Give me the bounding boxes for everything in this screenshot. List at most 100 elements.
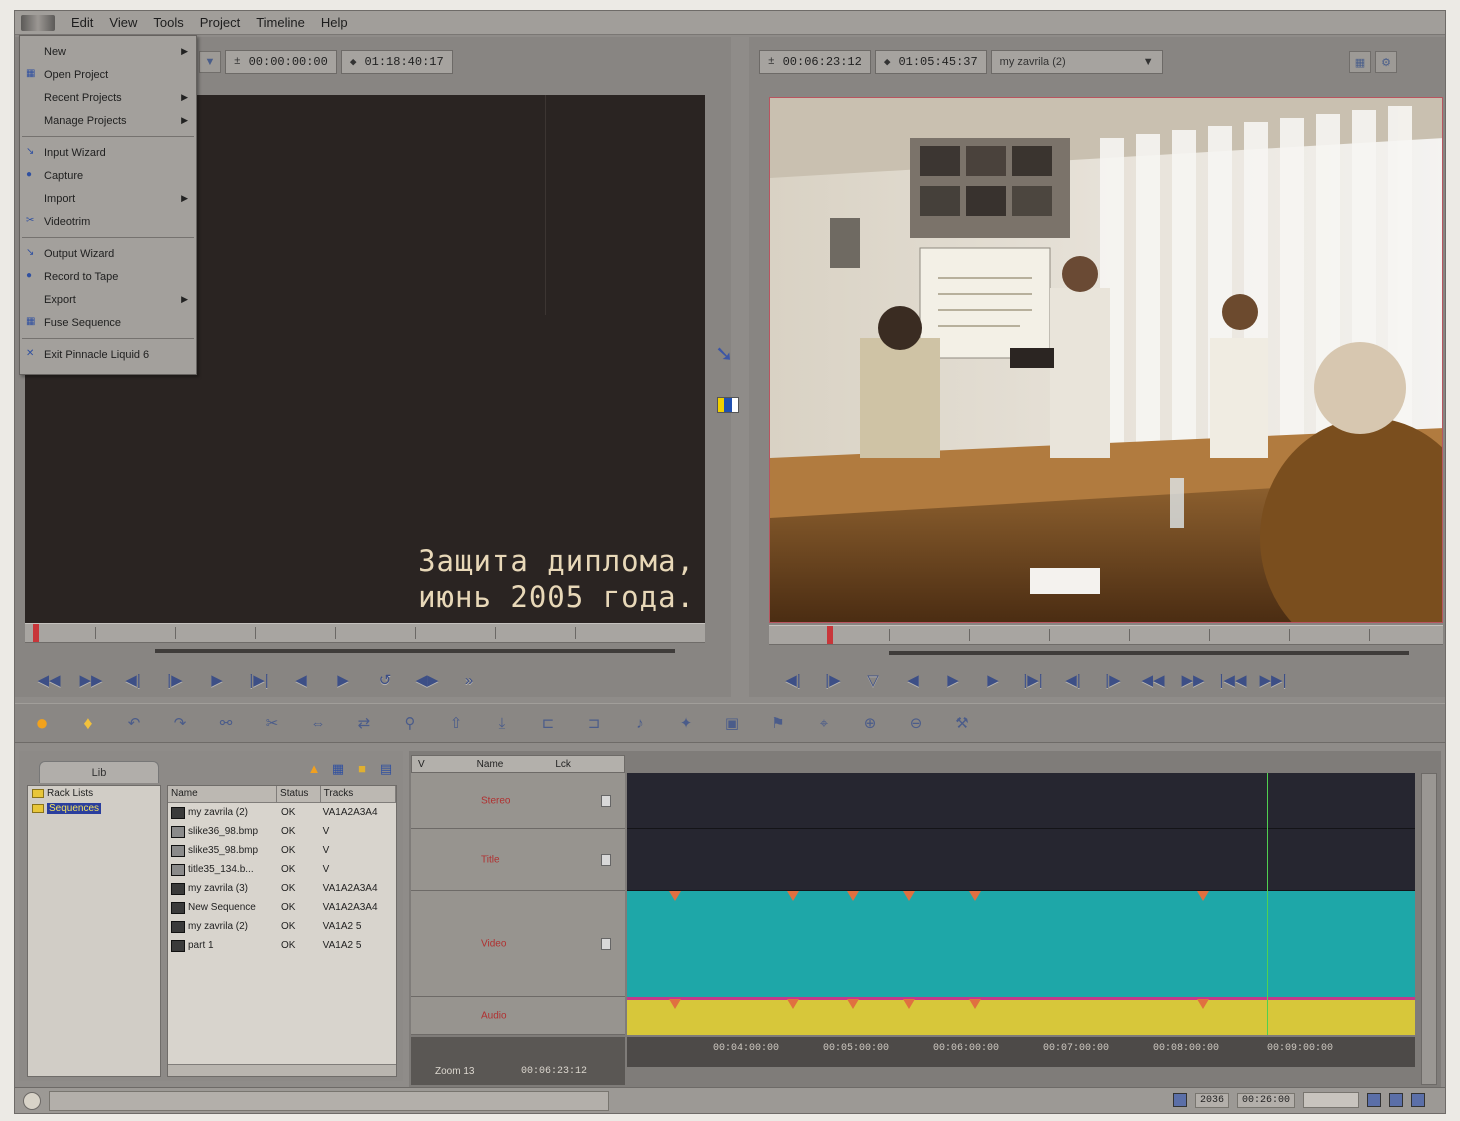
audio-icon[interactable]: ♪ (627, 710, 653, 736)
source-tc-duration[interactable]: ◆ 01:18:40:17 (340, 50, 453, 74)
snap-icon[interactable]: ⌖ (811, 710, 837, 736)
file-menu-item[interactable]: New ▶ (20, 40, 196, 63)
menu-help[interactable]: Help (321, 15, 348, 30)
link-icon[interactable]: ⚯ (213, 710, 239, 736)
help-icon[interactable] (1411, 1093, 1425, 1107)
menu-view[interactable]: View (109, 15, 137, 30)
render-icon[interactable]: ▣ (719, 710, 745, 736)
video-clip[interactable] (627, 891, 1415, 997)
sequence-select[interactable]: my zavrila (2) ▼ (990, 50, 1163, 74)
column-name[interactable]: Name (168, 786, 278, 802)
new-bin-icon[interactable]: ▲ (305, 761, 323, 779)
overwrite-icon[interactable]: » (455, 667, 483, 693)
go-to-end-icon[interactable]: ▶▶| (1259, 667, 1287, 693)
source-playhead[interactable] (33, 624, 39, 642)
lock-icon[interactable] (601, 794, 611, 807)
settings-icon[interactable]: ⚙ (1375, 51, 1397, 73)
menu-timeline[interactable]: Timeline (256, 15, 305, 30)
mark-in-icon[interactable]: ◀| (779, 667, 807, 693)
column-tracks[interactable]: Tracks (321, 786, 397, 802)
marker[interactable] (847, 891, 859, 901)
lock-icon[interactable] (601, 937, 611, 950)
record-scrubber[interactable] (769, 625, 1443, 645)
properties-icon[interactable]: ▤ (377, 761, 395, 779)
marker[interactable] (787, 999, 799, 1009)
marker[interactable] (669, 891, 681, 901)
mark-out-icon[interactable]: |▶ (819, 667, 847, 693)
timeline-playhead[interactable] (1267, 773, 1268, 1035)
record-viewer[interactable] (769, 97, 1443, 623)
bulb-icon[interactable]: ♦ (75, 710, 101, 736)
play-to-end-icon[interactable]: |▶| (245, 667, 273, 693)
marker[interactable] (903, 999, 915, 1009)
sun-icon[interactable]: ● (29, 710, 55, 736)
step-back-icon[interactable]: ◀ (899, 667, 927, 693)
go-to-start-icon[interactable]: |◀◀ (1219, 667, 1247, 693)
step-forward-icon[interactable]: |▶ (161, 667, 189, 693)
splice-icon[interactable]: ⊏ (535, 710, 561, 736)
source-tc-in[interactable]: ± 00:00:00:00 (225, 50, 337, 74)
transfer-arrow-icon[interactable]: ➘ (715, 341, 745, 371)
file-menu-item[interactable]: ● Record to Tape (20, 265, 196, 288)
marker[interactable] (969, 891, 981, 901)
record-tc-in[interactable]: ± 00:06:23:12 (759, 50, 871, 74)
play-icon[interactable]: ▶ (203, 667, 231, 693)
monitor-switch-icon[interactable] (717, 397, 739, 413)
lift-icon[interactable]: ⇧ (443, 710, 469, 736)
timeline-tracks[interactable] (627, 773, 1415, 1035)
record-tc-duration[interactable]: ◆ 01:05:45:37 (874, 50, 987, 74)
file-row[interactable]: part 1 OK VA1A2 5 (168, 936, 396, 955)
rewind-icon[interactable]: ◀◀ (1139, 667, 1167, 693)
track-header-video[interactable]: Video (411, 891, 625, 997)
file-menu-item[interactable]: Export ▶ (20, 288, 196, 311)
undo-icon[interactable]: ↶ (121, 710, 147, 736)
audio-clip[interactable] (627, 997, 1415, 1035)
play-to-end-icon[interactable]: |▶| (1019, 667, 1047, 693)
monitor-icon[interactable] (1172, 1093, 1187, 1107)
project-tab[interactable]: Lib (39, 761, 159, 783)
previous-edit-icon[interactable]: ◀| (1059, 667, 1087, 693)
move-icon[interactable]: ⇄ (351, 710, 377, 736)
marker[interactable] (847, 999, 859, 1009)
bin-item[interactable]: Sequences (28, 801, 160, 816)
source-scrubber[interactable] (25, 623, 705, 643)
file-menu-item[interactable]: ● Capture (20, 164, 196, 187)
file-row[interactable]: my zavrila (3) OK VA1A2A3A4 (168, 879, 396, 898)
rewind-icon[interactable]: ◀◀ (35, 667, 63, 693)
menu-edit[interactable]: Edit (71, 15, 93, 30)
file-menu-item[interactable]: ▦ Open Project (20, 63, 196, 86)
file-menu-item[interactable]: ↘ Output Wizard (20, 242, 196, 265)
fast-forward-icon[interactable]: ▶▶ (1179, 667, 1207, 693)
file-row[interactable]: my zavrila (2) OK VA1A2 5 (168, 917, 396, 936)
play-icon[interactable]: ▶ (979, 667, 1007, 693)
menu-project[interactable]: Project (200, 15, 240, 30)
record-playhead[interactable] (827, 626, 833, 644)
zoom-in-icon[interactable]: ⊕ (857, 710, 883, 736)
next-edit-icon[interactable]: |▶ (1099, 667, 1127, 693)
loop-icon[interactable]: ↺ (371, 667, 399, 693)
list-view-icon[interactable]: ▦ (329, 761, 347, 779)
file-row[interactable]: title35_134.b... OK V (168, 860, 396, 879)
fast-forward-icon[interactable]: ▶▶ (77, 667, 105, 693)
app-logo[interactable] (21, 14, 55, 31)
file-row[interactable]: slike36_98.bmp OK V (168, 822, 396, 841)
markers-icon[interactable]: ⚑ (765, 710, 791, 736)
marker[interactable] (787, 891, 799, 901)
track-header-audio[interactable]: Audio (411, 997, 625, 1035)
file-row[interactable]: slike35_98.bmp OK V (168, 841, 396, 860)
chevron-down-icon[interactable]: ▼ (199, 51, 221, 73)
file-menu-item[interactable]: ✂ Videotrim (20, 210, 196, 233)
record-position-bar[interactable] (889, 651, 1409, 655)
file-menu-item[interactable]: ✕ Exit Pinnacle Liquid 6 (20, 343, 196, 366)
effects-icon[interactable]: ✦ (673, 710, 699, 736)
file-row[interactable]: my zavrila (2) OK VA1A2A3A4 (168, 803, 396, 822)
marker[interactable] (969, 999, 981, 1009)
trim-icon[interactable]: ⇔ (305, 710, 331, 736)
timeline-ruler[interactable]: 00:04:00:00 00:05:00:00 00:06:00:00 00:0… (627, 1037, 1415, 1067)
mark-out-button-icon[interactable]: ▶ (329, 667, 357, 693)
track-header-title[interactable]: Title (411, 829, 625, 891)
mark-in-button-icon[interactable]: ◀ (287, 667, 315, 693)
network-icon[interactable] (1389, 1093, 1403, 1107)
zoom-out-icon[interactable]: ⊖ (903, 710, 929, 736)
source-position-bar[interactable] (155, 649, 675, 653)
